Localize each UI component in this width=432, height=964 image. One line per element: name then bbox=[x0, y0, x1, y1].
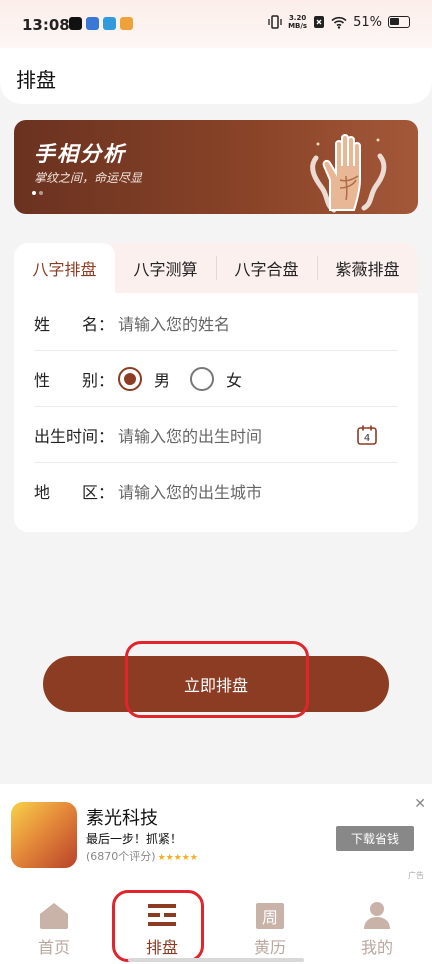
tab-bazi-cesuan[interactable]: 八字测算 bbox=[115, 243, 216, 293]
status-bar: 13:08 3.20 MB/s 51% bbox=[0, 0, 432, 52]
name-input[interactable]: 请输入您的姓名 bbox=[118, 311, 398, 335]
vibrate-icon bbox=[268, 15, 282, 29]
radio-unchecked-icon bbox=[190, 366, 215, 391]
star-rating-icon: ★★★★★ bbox=[157, 853, 198, 863]
birth-time-row: 出生时间： 请输入您的出生时间 4 bbox=[34, 407, 398, 463]
week-calendar-char: 周 bbox=[262, 908, 278, 927]
user-icon bbox=[364, 902, 390, 929]
calendar-icon[interactable]: 4 bbox=[356, 424, 378, 446]
nav-item-mine[interactable]: 我的 bbox=[337, 900, 417, 958]
ad-rating: (6870个评分) ★★★★★ bbox=[86, 848, 198, 864]
app-notification-icon-2 bbox=[103, 17, 116, 30]
app-notification-icon bbox=[86, 17, 99, 30]
page-header: 排盘 bbox=[0, 48, 432, 104]
annotation-highlight-submit bbox=[125, 641, 309, 718]
page-title: 排盘 bbox=[16, 68, 56, 92]
banner-subtitle: 掌纹之间，命运尽显 bbox=[34, 171, 143, 185]
nav-item-home[interactable]: 首页 bbox=[14, 900, 94, 958]
gender-row: 性 别： 男 女 bbox=[34, 351, 398, 407]
ad-close-icon[interactable]: ✕ bbox=[414, 796, 426, 812]
tab-bazi-paipan[interactable]: 八字排盘 bbox=[14, 243, 115, 293]
net-speed: 3.20 MB/s bbox=[288, 14, 307, 30]
gender-male-label: 男 bbox=[154, 370, 171, 390]
status-time: 13:08 bbox=[22, 16, 70, 34]
tab-bazi-hepan[interactable]: 八字合盘 bbox=[216, 243, 317, 293]
battery-icon bbox=[388, 16, 410, 28]
annotation-highlight-nav bbox=[112, 890, 204, 962]
ad-description: 最后一步！抓紧！ bbox=[86, 832, 183, 846]
status-right: 3.20 MB/s 51% bbox=[268, 14, 410, 30]
palm-hand-illustration bbox=[310, 134, 387, 213]
no-sim-icon bbox=[314, 16, 325, 28]
nav-item-almanac[interactable]: 周 黄历 bbox=[230, 900, 310, 958]
ad-banner[interactable]: 素光科技 最后一步！抓紧！ (6870个评分) ★★★★★ 下载省钱 ✕ 广告 bbox=[0, 784, 432, 880]
nav-label-almanac: 黄历 bbox=[253, 938, 286, 957]
gender-male-option[interactable]: 男 bbox=[118, 366, 171, 391]
wifi-icon bbox=[331, 16, 347, 29]
ad-app-icon bbox=[11, 802, 77, 868]
radio-checked-icon bbox=[118, 366, 142, 391]
ad-download-button[interactable]: 下载省钱 bbox=[336, 826, 414, 851]
paipan-form-card: 八字排盘 八字测算 八字合盘 紫薇排盘 姓 名： 请输入您的姓名 性 别： 男 … bbox=[14, 243, 418, 532]
home-icon bbox=[40, 903, 68, 929]
bottom-nav: 首页 排盘 周 黄历 我的 bbox=[0, 880, 432, 964]
calendar-day: 4 bbox=[364, 433, 370, 444]
birth-time-label: 出生时间： bbox=[34, 426, 115, 446]
region-label: 地 区： bbox=[34, 483, 115, 502]
battery-percent: 51% bbox=[353, 14, 382, 30]
week-calendar-icon: 周 bbox=[256, 903, 284, 929]
net-speed-unit: MB/s bbox=[288, 22, 308, 30]
net-speed-value: 3.20 bbox=[288, 14, 307, 22]
notification-icons bbox=[69, 17, 133, 30]
paipan-tabs: 八字排盘 八字测算 八字合盘 紫薇排盘 bbox=[14, 243, 418, 293]
name-row: 姓 名： 请输入您的姓名 bbox=[34, 295, 398, 351]
banner-title: 手相分析 bbox=[34, 142, 126, 166]
weibo-icon bbox=[120, 17, 133, 30]
banner-dot bbox=[39, 191, 43, 195]
banner-dot-active bbox=[32, 191, 36, 195]
palm-reading-banner[interactable]: 手相分析 掌纹之间，命运尽显 bbox=[14, 120, 418, 214]
gender-label: 性 别： bbox=[34, 370, 115, 390]
name-label: 姓 名： bbox=[34, 314, 115, 334]
gender-female-label: 女 bbox=[226, 370, 243, 390]
tab-ziwei-paipan[interactable]: 紫薇排盘 bbox=[317, 243, 418, 293]
tiktok-icon bbox=[69, 17, 82, 30]
nav-label-mine: 我的 bbox=[360, 938, 393, 957]
region-row: 地 区： 请输入您的出生城市 bbox=[34, 463, 398, 519]
nav-label-home: 首页 bbox=[37, 938, 70, 957]
ad-rating-count: (6870个评分) bbox=[86, 850, 156, 863]
region-input[interactable]: 请输入您的出生城市 bbox=[118, 479, 398, 503]
banner-pagination bbox=[32, 191, 43, 195]
ad-title: 素光科技 bbox=[86, 808, 158, 829]
home-indicator[interactable] bbox=[128, 958, 304, 962]
gender-female-option[interactable]: 女 bbox=[190, 366, 243, 391]
